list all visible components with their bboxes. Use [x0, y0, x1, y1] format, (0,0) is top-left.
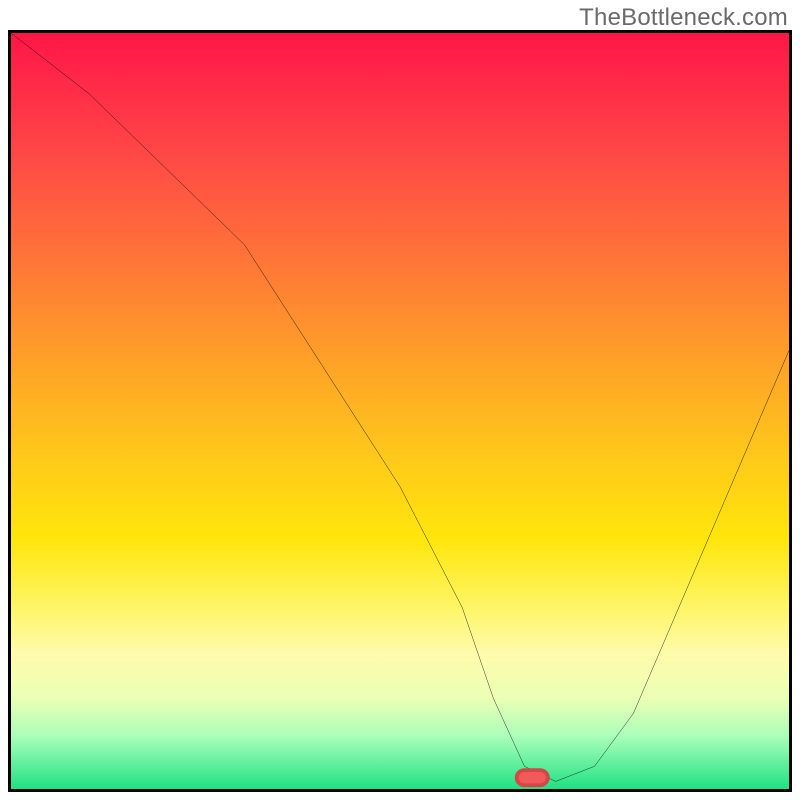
plot-area — [8, 30, 792, 792]
bottleneck-curve — [11, 33, 789, 781]
curve-svg — [11, 33, 789, 789]
chart-frame: TheBottleneck.com — [0, 0, 800, 800]
optimal-point-marker — [517, 770, 548, 785]
watermark-text: TheBottleneck.com — [579, 4, 788, 32]
